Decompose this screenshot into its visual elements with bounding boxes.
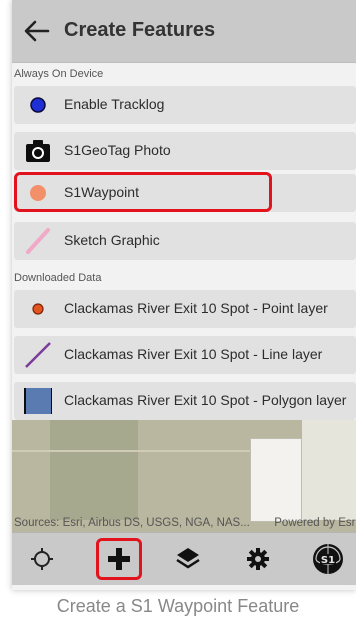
app-header: Create Features bbox=[12, 0, 356, 63]
settings-button[interactable] bbox=[240, 541, 276, 577]
layers-icon bbox=[176, 548, 200, 569]
map-lot bbox=[302, 420, 356, 520]
add-button-highlight-box bbox=[96, 538, 142, 580]
powered-by-esri-link[interactable]: Powered by Esri bbox=[274, 514, 356, 532]
page-title: Create Features bbox=[64, 19, 216, 41]
list-item-s1geotag-photo[interactable]: S1GeoTag Photo bbox=[14, 132, 356, 170]
polygon-layer-icon bbox=[24, 388, 52, 414]
blue-dot-icon bbox=[30, 97, 46, 113]
section-label-device: Always On Device bbox=[14, 68, 104, 80]
list-item-enable-tracklog[interactable]: Enable Tracklog bbox=[14, 86, 356, 124]
camera-icon bbox=[26, 140, 50, 162]
locate-icon bbox=[31, 548, 53, 570]
s1-logo-button[interactable]: S1 bbox=[310, 541, 346, 577]
line-layer-icon bbox=[25, 342, 51, 368]
caption-text: Create a S1 Waypoint Feature bbox=[56, 596, 300, 616]
section-label-downloaded: Downloaded Data bbox=[14, 272, 102, 284]
back-arrow-icon[interactable] bbox=[24, 20, 50, 42]
list-item-sketch-graphic[interactable]: Sketch Graphic bbox=[14, 222, 356, 260]
settings-icon bbox=[247, 548, 269, 570]
bottom-toolbar: S1 bbox=[12, 532, 356, 585]
list-item-point-layer[interactable]: Clackamas River Exit 10 Spot - Point lay… bbox=[14, 290, 356, 328]
list-item-label: Clackamas River Exit 10 Spot - Line laye… bbox=[64, 346, 323, 362]
waypoint-highlight-box bbox=[14, 172, 272, 212]
list-item-label: S1GeoTag Photo bbox=[64, 142, 171, 158]
layers-button[interactable] bbox=[170, 541, 206, 577]
map-field-area bbox=[50, 420, 138, 520]
svg-text:S1: S1 bbox=[321, 555, 335, 566]
locate-button[interactable] bbox=[24, 541, 60, 577]
list-item-line-layer[interactable]: Clackamas River Exit 10 Spot - Line laye… bbox=[14, 336, 356, 374]
point-layer-icon bbox=[32, 303, 44, 315]
attribution-sources: Sources: Esri, Airbus DS, USGS, NGA, NAS… bbox=[14, 517, 250, 529]
s1-logo-icon: S1 bbox=[313, 544, 343, 574]
list-item-polygon-layer[interactable]: Clackamas River Exit 10 Spot - Polygon l… bbox=[14, 382, 356, 420]
map-attribution: Sources: Esri, Airbus DS, USGS, NGA, NAS… bbox=[12, 514, 356, 532]
app-window: Sources: Esri, Airbus DS, USGS, NGA, NAS… bbox=[12, 0, 356, 590]
list-item-label: Clackamas River Exit 10 Spot - Polygon l… bbox=[64, 392, 347, 408]
list-item-label: Enable Tracklog bbox=[64, 96, 165, 112]
list-item-label: Clackamas River Exit 10 Spot - Point lay… bbox=[64, 300, 328, 316]
pink-line-icon bbox=[26, 228, 50, 254]
map-building bbox=[250, 438, 302, 522]
list-item-label: Sketch Graphic bbox=[64, 232, 160, 248]
